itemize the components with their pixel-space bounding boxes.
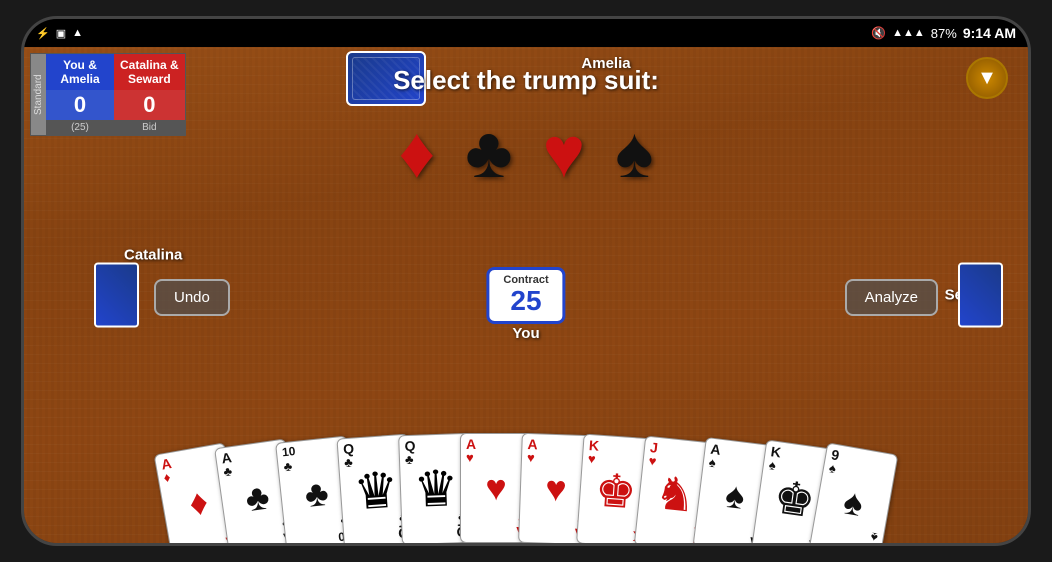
bid-label: Bid [142,122,156,133]
score-label-standard: Standard [31,54,46,135]
team2-score: 0 [114,90,185,120]
wifi-icon: ▲ [72,27,83,39]
card-rank: 10 [281,445,296,458]
card-suit: ♠ [828,461,837,475]
status-right-icons: 🔇 ▲▲▲ 87% 9:14 AM [871,25,1016,41]
score-team-1: You &Amelia 0 (25) [46,54,114,135]
sim-icon: ▣ [56,27,66,40]
card-center: ♣ [303,475,330,513]
status-bar: ⚡ ▣ ▲ 🔇 ▲▲▲ 87% 9:14 AM [24,19,1028,47]
side-card-right [958,263,1003,328]
chevron-down-icon: ▼ [977,67,997,90]
battery-pct: 87% [931,26,957,41]
trump-suits: ♦ ♣ ♥ ♠ [399,117,654,189]
score-bid-row-2: Bid [114,120,185,135]
suit-diamonds-btn[interactable]: ♦ [399,117,436,189]
team1-name: You &Amelia [46,54,114,90]
card-suit: ♣ [223,464,233,478]
hand-area: A ♦ ♦ A ♦ A ♣ ♣ A ♣ 10 ♣ ♣ 10 ♣ [96,383,956,543]
bid-value-label: (25) [71,122,89,133]
phone-frame: ⚡ ▣ ▲ 🔇 ▲▲▲ 87% 9:14 AM Standard You &Am… [21,16,1031,546]
card-suit: ♥ [527,451,535,464]
card-center: ♠ [841,483,866,522]
card-center: ♦ [186,483,210,522]
team1-score: 0 [46,90,114,120]
suit-spades-btn[interactable]: ♠ [615,117,653,189]
score-panel: Standard You &Amelia 0 (25) Catalina &Se… [30,53,186,136]
card-suit: ♥ [466,451,474,464]
suit-clubs-btn[interactable]: ♣ [465,117,512,189]
side-card-left [94,263,139,328]
card-center: ♣ [243,478,271,517]
card-center: ♥ [485,470,506,506]
score-teams: You &Amelia 0 (25) Catalina &Seward 0 Bi… [46,54,185,135]
contract-badge: Contract 25 [486,267,565,324]
card-suit: ♠ [708,456,716,470]
game-area: Standard You &Amelia 0 (25) Catalina &Se… [24,47,1028,543]
card-suit-bot: ♠ [870,530,879,543]
card-suit: ♦ [163,470,172,484]
status-left-icons: ⚡ ▣ ▲ [36,27,83,40]
signal-icon: ▲▲▲ [892,27,925,39]
score-bid-row: (25) [46,120,114,135]
player-label-top: Amelia [581,55,630,72]
team2-name: Catalina &Seward [114,54,185,90]
usb-icon: ⚡ [36,27,50,40]
analyze-button[interactable]: Analyze [845,279,938,316]
card-center: ♥ [545,471,568,508]
undo-button[interactable]: Undo [154,279,230,316]
suit-hearts-btn[interactable]: ♥ [543,117,586,189]
player-label-left: Catalina [124,247,182,264]
score-team-2: Catalina &Seward 0 Bid [114,54,185,135]
help-button[interactable]: ▼ [966,57,1008,99]
card-center: ♠ [723,477,746,515]
time-display: 9:14 AM [963,25,1016,41]
contract-number: 25 [503,286,548,317]
player-label-bottom: You [512,325,539,342]
card-rank: A [466,437,476,451]
mute-icon: 🔇 [871,26,886,40]
card-suit: ♣ [283,459,293,473]
